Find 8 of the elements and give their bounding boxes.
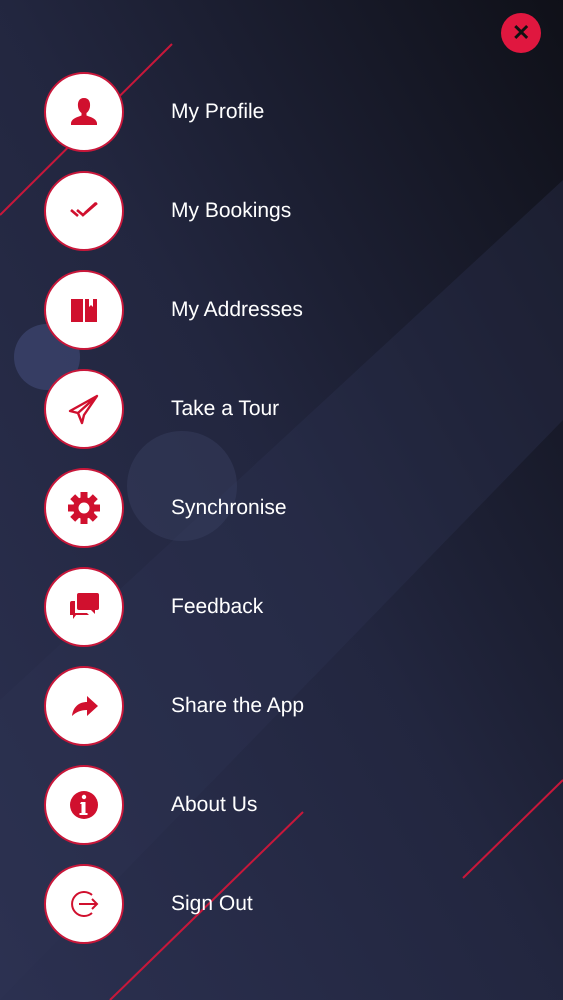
menu-item-label[interactable]: My Profile xyxy=(171,100,264,124)
menu-item-label[interactable]: My Addresses xyxy=(171,298,303,322)
menu-item-label[interactable]: About Us xyxy=(171,793,258,817)
menu-item-label[interactable]: Take a Tour xyxy=(171,397,280,421)
menu-item-label[interactable]: Share the App xyxy=(171,694,304,718)
menu-item-label[interactable]: My Bookings xyxy=(171,199,292,223)
menu-item-label[interactable]: Feedback xyxy=(171,595,264,619)
menu-item-label[interactable]: Synchronise xyxy=(171,496,287,520)
